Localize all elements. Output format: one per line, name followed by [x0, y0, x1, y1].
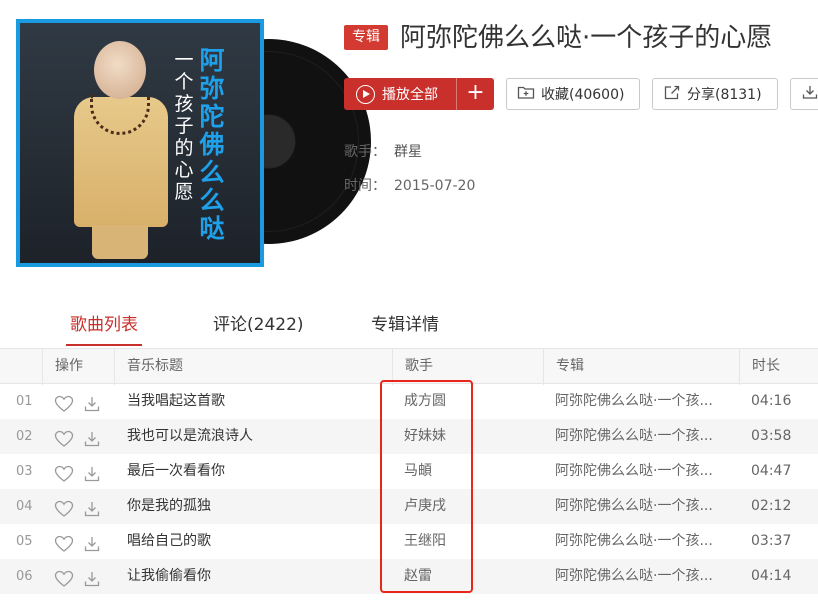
- heart-icon[interactable]: [54, 462, 74, 482]
- share-button[interactable]: 分享(8131): [652, 78, 778, 110]
- artist-column-highlight: [380, 380, 473, 593]
- cover-subtitle: 一个孩子的心愿: [174, 49, 194, 203]
- song-title-link[interactable]: 我也可以是流浪诗人: [127, 419, 253, 454]
- cover-title: 阿弥陀佛么么哒: [199, 46, 225, 243]
- tab-album-detail[interactable]: 专辑详情: [371, 310, 439, 346]
- header-album: 专辑: [543, 349, 739, 385]
- album-artist: 歌手： 群星: [344, 141, 422, 161]
- song-album-link[interactable]: 阿弥陀佛么么哒·一个孩...: [555, 384, 713, 419]
- track-number: 03: [16, 464, 33, 479]
- track-number: 04: [16, 499, 33, 514]
- track-number: 02: [16, 429, 33, 444]
- song-title-link[interactable]: 最后一次看看你: [127, 454, 225, 489]
- song-title-link[interactable]: 当我唱起这首歌: [127, 384, 225, 419]
- header-ops: 操作: [42, 349, 114, 385]
- page-title: 阿弥陀佛么么哒·一个孩子的心愿: [400, 23, 773, 53]
- track-number: 01: [16, 394, 33, 409]
- heart-icon[interactable]: [54, 567, 74, 587]
- album-date: 时间： 2015-07-20: [344, 175, 475, 195]
- play-all-button[interactable]: 播放全部 +: [344, 78, 494, 110]
- album-cover-area: 一个孩子的心愿 阿弥陀佛么么哒: [16, 19, 371, 269]
- song-duration: 03:58: [751, 428, 792, 444]
- tab-song-list[interactable]: 歌曲列表: [66, 310, 142, 346]
- download-icon[interactable]: [83, 532, 101, 552]
- artist-link[interactable]: 群星: [394, 144, 422, 160]
- folder-plus-icon: [517, 84, 535, 104]
- download-icon[interactable]: [83, 567, 101, 587]
- play-icon: [356, 84, 375, 104]
- track-number: 06: [16, 569, 33, 584]
- heart-icon[interactable]: [54, 427, 74, 447]
- download-icon[interactable]: [83, 427, 101, 447]
- table-header: 操作 音乐标题 歌手 专辑 时长: [0, 348, 818, 385]
- song-duration: 04:16: [751, 393, 792, 409]
- heart-icon[interactable]: [54, 532, 74, 552]
- play-all-label: 播放全部: [382, 87, 438, 103]
- add-to-playlist-button[interactable]: +: [456, 78, 494, 110]
- song-album-link[interactable]: 阿弥陀佛么么哒·一个孩...: [555, 454, 713, 489]
- tab-comments[interactable]: 评论(2422): [213, 310, 304, 346]
- cover-child-monk-figure: [68, 41, 168, 263]
- song-title-link[interactable]: 你是我的孤独: [127, 489, 211, 524]
- date-label: 时间：: [344, 178, 386, 194]
- favorite-label: 收藏(40600): [541, 87, 625, 103]
- artist-label: 歌手：: [344, 144, 386, 160]
- heart-icon[interactable]: [54, 392, 74, 412]
- download-icon: [801, 84, 818, 104]
- download-icon[interactable]: [83, 392, 101, 412]
- song-duration: 04:47: [751, 463, 792, 479]
- date-value: 2015-07-20: [394, 178, 476, 194]
- share-label: 分享(8131): [687, 87, 762, 103]
- album-tag: 专辑: [344, 25, 388, 50]
- song-album-link[interactable]: 阿弥陀佛么么哒·一个孩...: [555, 559, 713, 594]
- song-duration: 02:12: [751, 498, 792, 514]
- download-button[interactable]: [790, 78, 818, 110]
- heart-icon[interactable]: [54, 497, 74, 517]
- share-icon: [663, 84, 681, 104]
- download-icon[interactable]: [83, 462, 101, 482]
- header-duration: 时长: [739, 349, 818, 385]
- track-number: 05: [16, 534, 33, 549]
- favorite-button[interactable]: 收藏(40600): [506, 78, 640, 110]
- song-album-link[interactable]: 阿弥陀佛么么哒·一个孩...: [555, 489, 713, 524]
- album-cover-image[interactable]: 一个孩子的心愿 阿弥陀佛么么哒: [16, 19, 264, 267]
- header-title: 音乐标题: [114, 349, 392, 385]
- song-duration: 04:14: [751, 568, 792, 584]
- album-tabs: 歌曲列表 评论(2422) 专辑详情: [0, 310, 818, 346]
- song-title-link[interactable]: 唱给自己的歌: [127, 524, 211, 559]
- song-duration: 03:37: [751, 533, 792, 549]
- play-all-main[interactable]: 播放全部: [344, 78, 456, 110]
- download-icon[interactable]: [83, 497, 101, 517]
- song-title-link[interactable]: 让我偷偷看你: [127, 559, 211, 594]
- song-album-link[interactable]: 阿弥陀佛么么哒·一个孩...: [555, 419, 713, 454]
- song-album-link[interactable]: 阿弥陀佛么么哒·一个孩...: [555, 524, 713, 559]
